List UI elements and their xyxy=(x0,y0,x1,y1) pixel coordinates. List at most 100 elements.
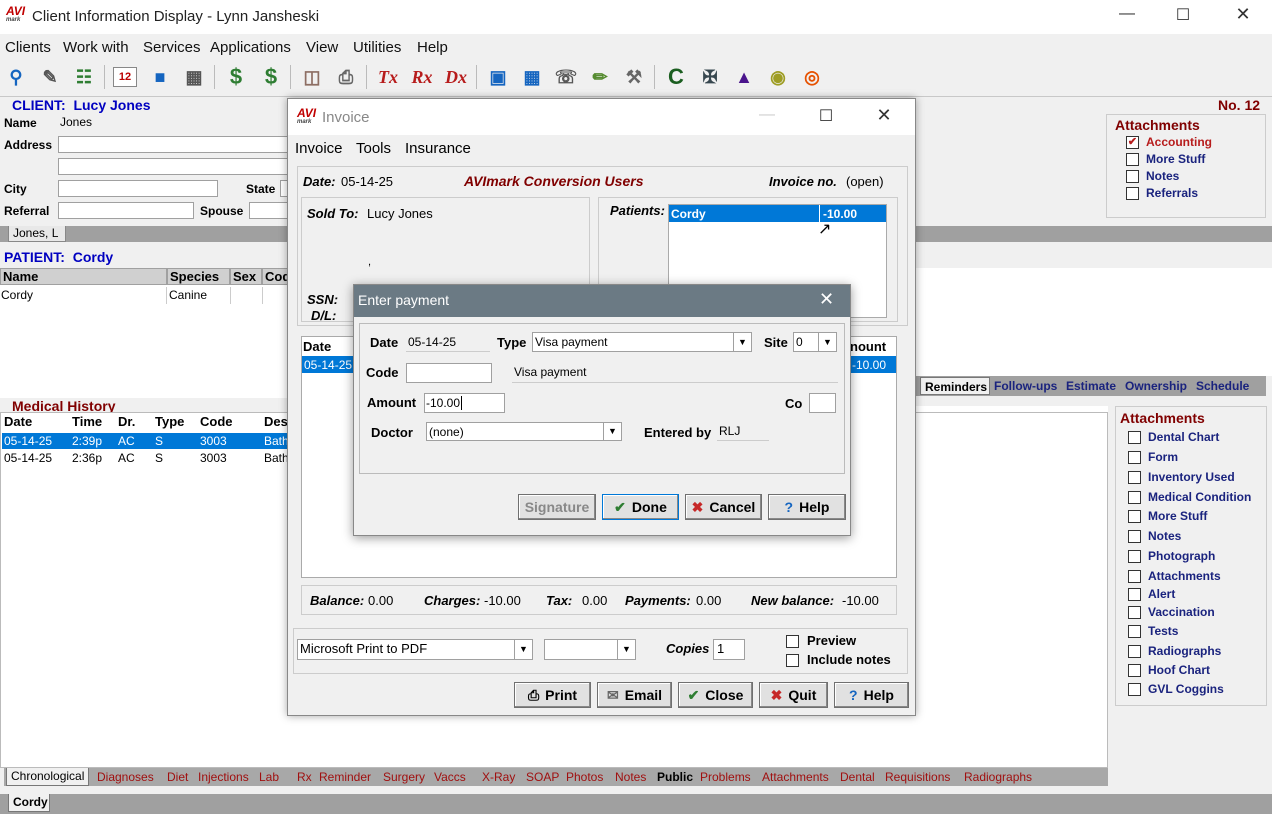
checkbox[interactable] xyxy=(1128,491,1141,505)
checkbox[interactable] xyxy=(1128,645,1141,659)
phone-icon[interactable]: ☏ xyxy=(554,65,578,89)
col-type[interactable]: Type xyxy=(155,414,184,429)
pencil-icon[interactable]: ✏ xyxy=(588,65,612,89)
attachment-medical-condition[interactable]: Medical Condition xyxy=(1128,490,1251,505)
referral-field[interactable] xyxy=(58,202,194,219)
attachment-gvl-coggins[interactable]: GVL Coggins xyxy=(1128,682,1224,697)
wrench-icon[interactable]: ⚒ xyxy=(622,65,646,89)
attachment-hoof-chart[interactable]: Hoof Chart xyxy=(1128,663,1210,678)
tab-reminders[interactable]: Reminders xyxy=(920,377,990,395)
tab-reminder[interactable]: Reminder xyxy=(319,770,371,784)
attachment-radiographs[interactable]: Radiographs xyxy=(1128,644,1221,659)
search-icon[interactable]: ⚲ xyxy=(4,65,28,89)
patients-list-row[interactable]: Cordy -10.00 xyxy=(669,205,886,222)
col-dr[interactable]: Dr. xyxy=(118,414,135,429)
checkbox[interactable] xyxy=(1128,530,1141,544)
close-button[interactable]: ✔ Close xyxy=(678,682,753,708)
col-time[interactable]: Time xyxy=(72,414,102,429)
attachment-accounting[interactable]: ✔ Accounting xyxy=(1126,135,1212,150)
payment-co-field[interactable] xyxy=(809,393,836,413)
lookup-icon[interactable]: ▣ xyxy=(486,65,510,89)
patient-col-name[interactable]: Name xyxy=(0,268,167,285)
tab-xray[interactable]: X-Ray xyxy=(482,770,515,784)
print-format-select[interactable]: ▼ xyxy=(544,639,636,660)
checkbox[interactable] xyxy=(1128,606,1141,620)
preview-checkbox[interactable]: Preview xyxy=(786,633,856,649)
attachment-more-stuff[interactable]: More Stuff xyxy=(1126,152,1205,167)
boarding-icon[interactable]: ■ xyxy=(148,65,172,89)
client-name-field[interactable]: Jones xyxy=(58,114,290,131)
menu-utilities[interactable]: Utilities xyxy=(353,39,401,56)
menu-view[interactable]: View xyxy=(306,39,338,56)
close-window-button[interactable]: ✕ xyxy=(1228,4,1258,25)
tab-requisitions[interactable]: Requisitions xyxy=(885,770,950,784)
spouse-field[interactable] xyxy=(249,202,290,219)
calculator-icon[interactable]: ▦ xyxy=(520,65,544,89)
attachment-attachments[interactable]: Attachments xyxy=(1128,569,1221,584)
attachment-notes[interactable]: Notes xyxy=(1128,529,1181,544)
payment-close-button[interactable]: ✕ xyxy=(819,289,834,310)
cc-icon[interactable]: C xyxy=(664,65,688,89)
tab-estimate[interactable]: Estimate xyxy=(1066,379,1116,393)
checkbox[interactable] xyxy=(1128,664,1141,678)
checkbox[interactable] xyxy=(1128,625,1141,639)
invoice-close-button[interactable]: ✕ xyxy=(869,105,899,126)
checkbox[interactable] xyxy=(1128,683,1141,697)
treatment-icon[interactable]: Tx xyxy=(376,65,400,89)
attachment-alert[interactable]: Alert xyxy=(1128,587,1175,602)
edit-note-icon[interactable]: ✎ xyxy=(38,65,62,89)
payment-site-select[interactable]: 0 ▼ xyxy=(793,332,837,352)
cookie-icon[interactable]: ◉ xyxy=(766,65,790,89)
tab-rx[interactable]: Rx xyxy=(297,770,312,784)
attachment-more-stuff[interactable]: More Stuff xyxy=(1128,509,1207,524)
attachment-inventory-used[interactable]: Inventory Used xyxy=(1128,470,1235,485)
prescription-icon[interactable]: Rx xyxy=(410,65,434,89)
history-row[interactable]: 05-14-25 2:39p AC S 3003 Bath xyxy=(2,433,292,449)
address-line1-field[interactable] xyxy=(58,136,290,153)
maximize-button[interactable]: ☐ xyxy=(1168,5,1198,25)
new-document-icon[interactable]: ☷ xyxy=(72,65,96,89)
include-notes-checkbox[interactable]: Include notes xyxy=(786,652,891,668)
tab-diet[interactable]: Diet xyxy=(167,770,188,784)
payment-amount-field[interactable]: -10.00 xyxy=(424,393,505,413)
patient-bottom-tab[interactable]: Cordy xyxy=(8,794,50,812)
col-code[interactable]: Code xyxy=(200,414,233,429)
entered-by-field[interactable]: RLJ xyxy=(717,422,769,441)
signature-button[interactable]: Signature xyxy=(518,494,596,520)
patient-col-species[interactable]: Species xyxy=(167,268,230,285)
payment-type-select[interactable]: Visa payment ▼ xyxy=(532,332,752,352)
tab-ownership[interactable]: Ownership xyxy=(1125,379,1187,393)
tab-public[interactable]: Public xyxy=(657,770,693,784)
graduation-cap-icon[interactable]: ▲ xyxy=(732,65,756,89)
tab-lab[interactable]: Lab xyxy=(259,770,279,784)
payment-help-button[interactable]: ? Help xyxy=(768,494,846,520)
grid-row-amount[interactable]: -10.00 xyxy=(848,356,896,373)
invoice-minimize-button[interactable]: — xyxy=(752,106,782,124)
grid-row-date[interactable]: 05-14-25 xyxy=(302,356,354,373)
attachment-form[interactable]: Form xyxy=(1128,450,1178,465)
done-button[interactable]: ✔ Done xyxy=(602,494,679,520)
patient-col-code[interactable]: Cod xyxy=(262,268,290,285)
attachment-referrals[interactable]: Referrals xyxy=(1126,186,1198,201)
printer-icon[interactable]: ⎙ xyxy=(334,65,358,89)
tab-diagnoses[interactable]: Diagnoses xyxy=(97,770,154,784)
checkbox[interactable] xyxy=(1128,451,1141,465)
cancel-button[interactable]: ✖ Cancel xyxy=(685,494,762,520)
menu-clients[interactable]: Clients xyxy=(5,39,51,56)
checkbox[interactable] xyxy=(1128,550,1141,564)
tab-photos[interactable]: Photos xyxy=(566,770,603,784)
patient-row[interactable]: Cordy Canine xyxy=(0,287,290,304)
patient-col-sex[interactable]: Sex xyxy=(230,268,262,285)
grid-amount-header[interactable]: nount xyxy=(850,339,886,354)
minimize-button[interactable]: — xyxy=(1112,5,1142,23)
payment-doctor-select[interactable]: (none) ▼ xyxy=(426,422,622,441)
address-line2-field[interactable] xyxy=(58,158,290,175)
calendar-icon[interactable]: 12 xyxy=(113,67,137,87)
tab-surgery[interactable]: Surgery xyxy=(383,770,425,784)
lifebuoy-icon[interactable]: ◎ xyxy=(800,65,824,89)
tab-attachments[interactable]: Attachments xyxy=(762,770,829,784)
city-field[interactable] xyxy=(58,180,218,197)
checkbox[interactable] xyxy=(1126,187,1139,201)
tab-soap[interactable]: SOAP xyxy=(526,770,559,784)
dollar-plus-icon[interactable]: $ xyxy=(259,65,283,89)
